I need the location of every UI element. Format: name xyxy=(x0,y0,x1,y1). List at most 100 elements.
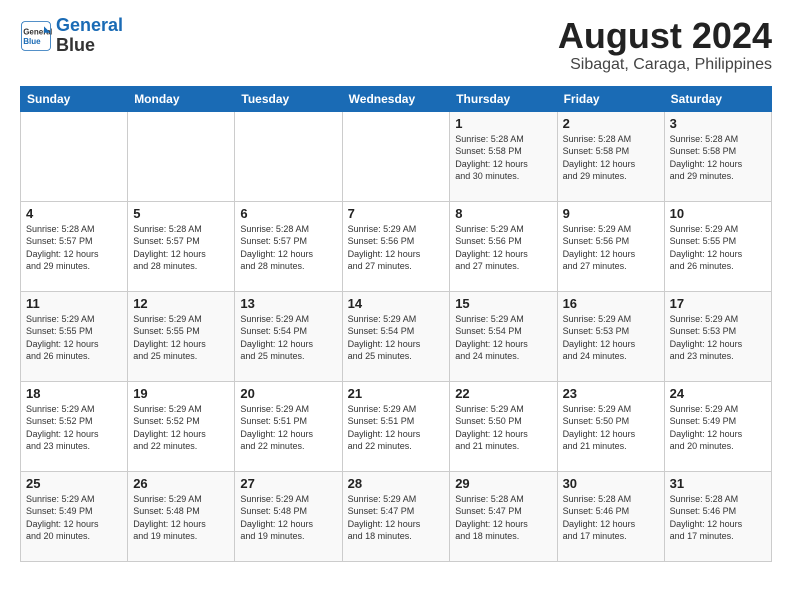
calendar-day-cell: 17 Sunrise: 5:29 AM Sunset: 5:53 PM Dayli… xyxy=(664,291,771,381)
day-number: 9 xyxy=(563,206,659,221)
weekday-header: Sunday xyxy=(21,86,128,111)
calendar-day-cell: 5 Sunrise: 5:28 AM Sunset: 5:57 PM Daylig… xyxy=(128,201,235,291)
day-info: Sunrise: 5:29 AM Sunset: 5:54 PM Dayligh… xyxy=(348,313,445,363)
title-block: August 2024 Sibagat, Caraga, Philippines xyxy=(558,16,772,74)
day-info: Sunrise: 5:29 AM Sunset: 5:49 PM Dayligh… xyxy=(670,403,766,453)
calendar-day-cell: 8 Sunrise: 5:29 AM Sunset: 5:56 PM Daylig… xyxy=(450,201,557,291)
day-number: 1 xyxy=(455,116,551,131)
calendar-day-cell: 9 Sunrise: 5:29 AM Sunset: 5:56 PM Daylig… xyxy=(557,201,664,291)
logo: General Blue GeneralBlue xyxy=(20,16,123,56)
day-number: 21 xyxy=(348,386,445,401)
weekday-header: Saturday xyxy=(664,86,771,111)
day-number: 6 xyxy=(240,206,336,221)
day-number: 19 xyxy=(133,386,229,401)
calendar-title: August 2024 xyxy=(558,16,772,56)
calendar-day-cell: 2Sunrise: 5:28 AM Sunset: 5:58 PM Daylig… xyxy=(557,111,664,201)
day-number: 27 xyxy=(240,476,336,491)
calendar-week-row: 11 Sunrise: 5:29 AM Sunset: 5:55 PM Dayli… xyxy=(21,291,772,381)
day-info: Sunrise: 5:29 AM Sunset: 5:55 PM Dayligh… xyxy=(26,313,122,363)
day-info: Sunrise: 5:29 AM Sunset: 5:48 PM Dayligh… xyxy=(240,493,336,543)
day-info: Sunrise: 5:29 AM Sunset: 5:48 PM Dayligh… xyxy=(133,493,229,543)
weekday-header: Wednesday xyxy=(342,86,450,111)
calendar-table: SundayMondayTuesdayWednesdayThursdayFrid… xyxy=(20,86,772,562)
day-number: 10 xyxy=(670,206,766,221)
calendar-day-cell: 18 Sunrise: 5:29 AM Sunset: 5:52 PM Dayli… xyxy=(21,381,128,471)
day-number: 14 xyxy=(348,296,445,311)
calendar-day-cell: 20 Sunrise: 5:29 AM Sunset: 5:51 PM Dayli… xyxy=(235,381,342,471)
calendar-day-cell: 29 Sunrise: 5:28 AM Sunset: 5:47 PM Dayli… xyxy=(450,471,557,561)
calendar-day-cell: 28 Sunrise: 5:29 AM Sunset: 5:47 PM Dayli… xyxy=(342,471,450,561)
day-info: Sunrise: 5:28 AM Sunset: 5:58 PM Dayligh… xyxy=(455,133,551,183)
day-number: 5 xyxy=(133,206,229,221)
header: General Blue GeneralBlue August 2024 Sib… xyxy=(20,16,772,74)
logo-icon: General Blue xyxy=(20,20,52,52)
weekday-header: Monday xyxy=(128,86,235,111)
day-info: Sunrise: 5:29 AM Sunset: 5:49 PM Dayligh… xyxy=(26,493,122,543)
calendar-day-cell: 23 Sunrise: 5:29 AM Sunset: 5:50 PM Dayli… xyxy=(557,381,664,471)
calendar-day-cell: 12Sunrise: 5:29 AM Sunset: 5:55 PM Dayli… xyxy=(128,291,235,381)
day-info: Sunrise: 5:29 AM Sunset: 5:50 PM Dayligh… xyxy=(563,403,659,453)
day-info: Sunrise: 5:29 AM Sunset: 5:51 PM Dayligh… xyxy=(348,403,445,453)
day-number: 18 xyxy=(26,386,122,401)
day-info: Sunrise: 5:29 AM Sunset: 5:54 PM Dayligh… xyxy=(240,313,336,363)
day-number: 11 xyxy=(26,296,122,311)
day-info: Sunrise: 5:29 AM Sunset: 5:51 PM Dayligh… xyxy=(240,403,336,453)
calendar-week-row: 25 Sunrise: 5:29 AM Sunset: 5:49 PM Dayli… xyxy=(21,471,772,561)
calendar-day-cell: 27 Sunrise: 5:29 AM Sunset: 5:48 PM Dayli… xyxy=(235,471,342,561)
calendar-day-cell: 22Sunrise: 5:29 AM Sunset: 5:50 PM Dayli… xyxy=(450,381,557,471)
day-info: Sunrise: 5:28 AM Sunset: 5:47 PM Dayligh… xyxy=(455,493,551,543)
day-number: 12 xyxy=(133,296,229,311)
day-info: Sunrise: 5:29 AM Sunset: 5:56 PM Dayligh… xyxy=(563,223,659,273)
calendar-day-cell: 26Sunrise: 5:29 AM Sunset: 5:48 PM Dayli… xyxy=(128,471,235,561)
calendar-week-row: 18 Sunrise: 5:29 AM Sunset: 5:52 PM Dayli… xyxy=(21,381,772,471)
day-info: Sunrise: 5:29 AM Sunset: 5:56 PM Dayligh… xyxy=(455,223,551,273)
day-number: 17 xyxy=(670,296,766,311)
calendar-day-cell xyxy=(21,111,128,201)
calendar-day-cell: 11 Sunrise: 5:29 AM Sunset: 5:55 PM Dayli… xyxy=(21,291,128,381)
calendar-day-cell: 4Sunrise: 5:28 AM Sunset: 5:57 PM Daylig… xyxy=(21,201,128,291)
day-info: Sunrise: 5:28 AM Sunset: 5:57 PM Dayligh… xyxy=(26,223,122,273)
calendar-day-cell: 1 Sunrise: 5:28 AM Sunset: 5:58 PM Daylig… xyxy=(450,111,557,201)
day-info: Sunrise: 5:29 AM Sunset: 5:52 PM Dayligh… xyxy=(26,403,122,453)
weekday-header: Tuesday xyxy=(235,86,342,111)
day-info: Sunrise: 5:29 AM Sunset: 5:54 PM Dayligh… xyxy=(455,313,551,363)
weekday-header-row: SundayMondayTuesdayWednesdayThursdayFrid… xyxy=(21,86,772,111)
day-info: Sunrise: 5:29 AM Sunset: 5:55 PM Dayligh… xyxy=(670,223,766,273)
day-info: Sunrise: 5:29 AM Sunset: 5:47 PM Dayligh… xyxy=(348,493,445,543)
day-info: Sunrise: 5:29 AM Sunset: 5:53 PM Dayligh… xyxy=(670,313,766,363)
day-info: Sunrise: 5:29 AM Sunset: 5:50 PM Dayligh… xyxy=(455,403,551,453)
calendar-day-cell xyxy=(342,111,450,201)
day-number: 29 xyxy=(455,476,551,491)
day-number: 8 xyxy=(455,206,551,221)
calendar-day-cell: 19 Sunrise: 5:29 AM Sunset: 5:52 PM Dayli… xyxy=(128,381,235,471)
calendar-subtitle: Sibagat, Caraga, Philippines xyxy=(558,56,772,74)
calendar-day-cell: 14 Sunrise: 5:29 AM Sunset: 5:54 PM Dayli… xyxy=(342,291,450,381)
day-number: 23 xyxy=(563,386,659,401)
calendar-day-cell: 30Sunrise: 5:28 AM Sunset: 5:46 PM Dayli… xyxy=(557,471,664,561)
day-info: Sunrise: 5:29 AM Sunset: 5:52 PM Dayligh… xyxy=(133,403,229,453)
calendar-day-cell: 3Sunrise: 5:28 AM Sunset: 5:58 PM Daylig… xyxy=(664,111,771,201)
calendar-day-cell: 7Sunrise: 5:29 AM Sunset: 5:56 PM Daylig… xyxy=(342,201,450,291)
weekday-header: Friday xyxy=(557,86,664,111)
calendar-day-cell xyxy=(235,111,342,201)
calendar-day-cell xyxy=(128,111,235,201)
day-info: Sunrise: 5:28 AM Sunset: 5:57 PM Dayligh… xyxy=(133,223,229,273)
calendar-day-cell: 6Sunrise: 5:28 AM Sunset: 5:57 PM Daylig… xyxy=(235,201,342,291)
calendar-day-cell: 24 Sunrise: 5:29 AM Sunset: 5:49 PM Dayli… xyxy=(664,381,771,471)
svg-text:Blue: Blue xyxy=(23,37,41,46)
day-number: 24 xyxy=(670,386,766,401)
calendar-week-row: 1 Sunrise: 5:28 AM Sunset: 5:58 PM Daylig… xyxy=(21,111,772,201)
day-number: 13 xyxy=(240,296,336,311)
day-number: 7 xyxy=(348,206,445,221)
day-number: 28 xyxy=(348,476,445,491)
day-number: 25 xyxy=(26,476,122,491)
day-info: Sunrise: 5:29 AM Sunset: 5:53 PM Dayligh… xyxy=(563,313,659,363)
calendar-week-row: 4Sunrise: 5:28 AM Sunset: 5:57 PM Daylig… xyxy=(21,201,772,291)
weekday-header: Thursday xyxy=(450,86,557,111)
day-number: 20 xyxy=(240,386,336,401)
calendar-day-cell: 25 Sunrise: 5:29 AM Sunset: 5:49 PM Dayli… xyxy=(21,471,128,561)
calendar-day-cell: 10 Sunrise: 5:29 AM Sunset: 5:55 PM Dayli… xyxy=(664,201,771,291)
calendar-day-cell: 16Sunrise: 5:29 AM Sunset: 5:53 PM Dayli… xyxy=(557,291,664,381)
day-number: 3 xyxy=(670,116,766,131)
calendar-day-cell: 15Sunrise: 5:29 AM Sunset: 5:54 PM Dayli… xyxy=(450,291,557,381)
